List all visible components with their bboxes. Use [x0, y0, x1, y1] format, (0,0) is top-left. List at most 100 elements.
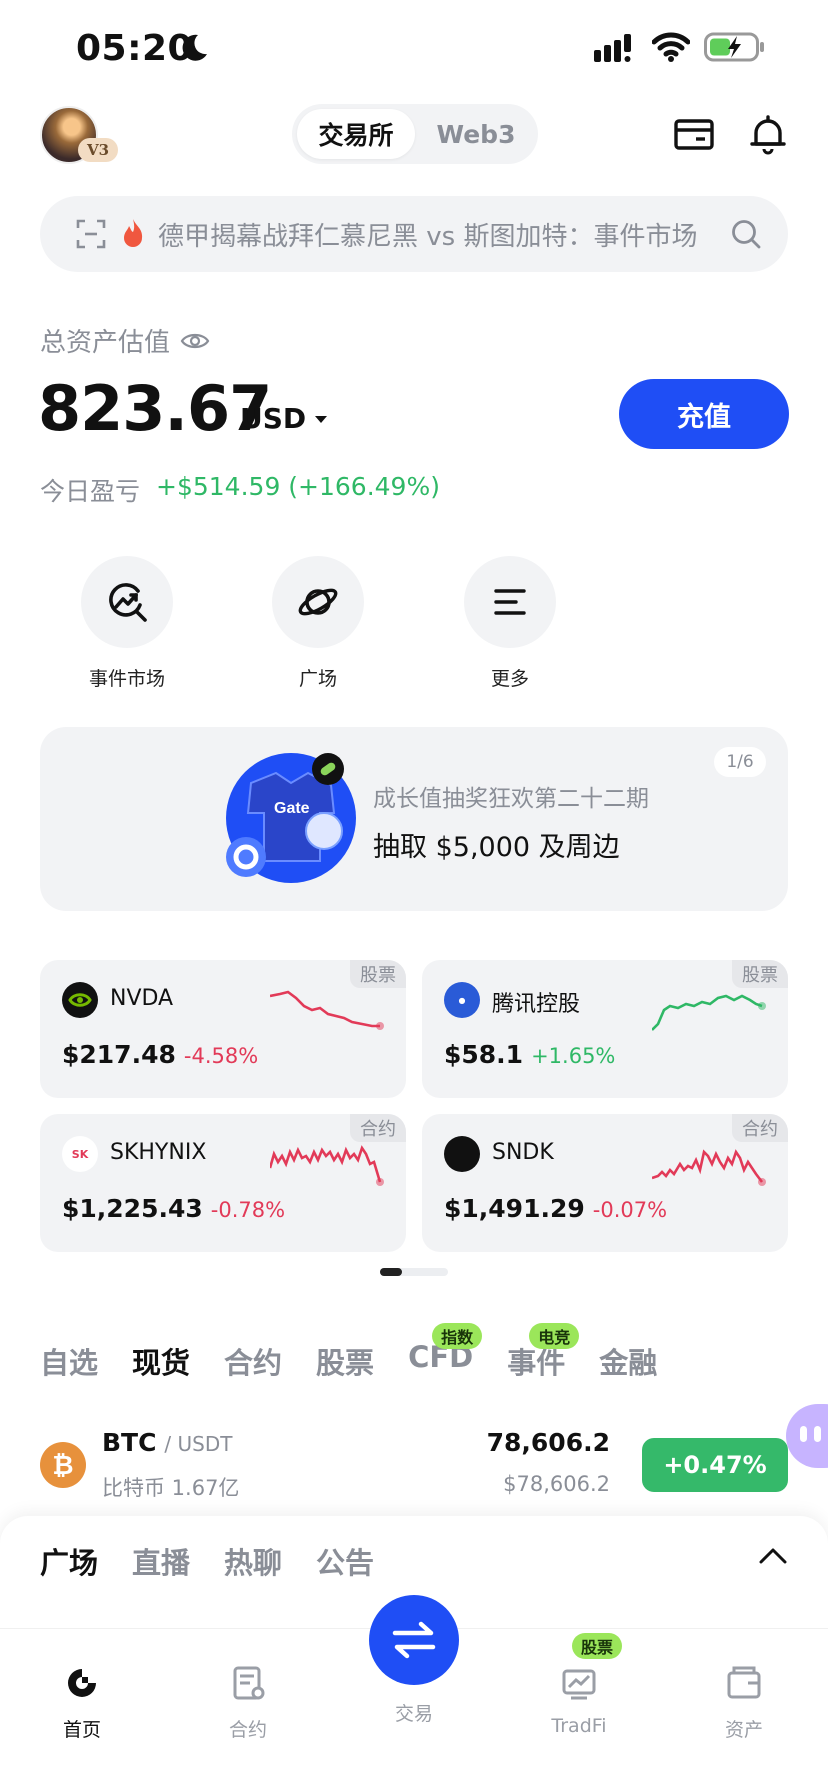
total-assets-value: 823.67 [38, 372, 272, 445]
market-tabs: 自选 现货 合约 股票 指数 CFD 电竞 事件 金融 [40, 1323, 691, 1390]
nav-assets[interactable]: 资产 [684, 1663, 804, 1742]
shortcut-label: 事件市场 [88, 668, 165, 690]
caret-down-icon [315, 415, 328, 423]
nav-futures[interactable]: 合约 [188, 1663, 308, 1742]
market-row[interactable]: ₿ BTC / USDT 比特币 1.67亿 78,606.2 $78,606.… [40, 1428, 788, 1508]
currency-selector[interactable]: USD [240, 402, 328, 435]
tab-label: 自选 [40, 1346, 99, 1380]
trend-search-icon [109, 583, 147, 622]
chevron-up-icon[interactable] [758, 1546, 788, 1566]
card-change: -0.07% [592, 1198, 668, 1222]
nav-tradfi[interactable]: TradFi [519, 1663, 639, 1737]
tab-spot[interactable]: 现货 [132, 1340, 190, 1390]
total-assets-label-text: 总资产估值 [40, 328, 171, 358]
card-tag: 股票 [350, 960, 406, 988]
tab-label: 股票 [316, 1346, 375, 1380]
card-name: SKHYNIX [110, 1140, 207, 1165]
search-placeholder: 德甲揭幕战拜仁慕尼黑 vs 斯图加特：事件市场 [158, 222, 698, 252]
ticker-card-tencent[interactable]: 股票 ● 腾讯控股 $58.1 +1.65% [422, 960, 788, 1098]
moon-icon [182, 34, 207, 61]
promo-jersey-image: Gate [226, 753, 356, 883]
assistant-bubble-icon[interactable] [786, 1404, 828, 1468]
feed-tab-announcements[interactable]: 公告 [316, 1540, 374, 1582]
nav-label: TradFi [551, 1715, 607, 1737]
feed-tab-live[interactable]: 直播 [132, 1540, 190, 1582]
pair-name: BTC / USDT [102, 1428, 232, 1457]
card-price: $1,225.43 -0.78% [62, 1194, 285, 1223]
tab-events[interactable]: 电竞 事件 [507, 1323, 580, 1390]
feed-tab-chat[interactable]: 热聊 [224, 1540, 282, 1582]
feed-tabs: 广场 直播 热聊 公告 [40, 1540, 408, 1582]
tab-label: 事件 [507, 1346, 566, 1380]
wifi-icon [652, 32, 690, 62]
menu-icon [494, 589, 526, 615]
segment-exchange[interactable]: 交易所 [297, 109, 415, 159]
battery-charging-icon [704, 32, 764, 62]
bubble-eye [814, 1426, 821, 1442]
feed-tab-square[interactable]: 广场 [40, 1540, 98, 1582]
deposit-button[interactable]: 充值 [619, 379, 789, 449]
fiat-price: $78,606.2 [503, 1472, 610, 1496]
nav-home[interactable]: 首页 [22, 1663, 142, 1742]
promo-banner[interactable]: 1/6 Gate 成长值抽奖狂欢第二十二期 抽取 $5,000 及周边 [40, 727, 788, 911]
more-icon-wrap [464, 556, 556, 648]
segment-web3[interactable]: Web3 [420, 109, 532, 159]
card-tag: 合约 [350, 1114, 406, 1142]
ticker-card-skhynix[interactable]: 合约 SK SKHYNIX $1,225.43 -0.78% [40, 1114, 406, 1252]
exchange-web3-toggle: 交易所 Web3 [292, 104, 538, 164]
card-tag: 股票 [732, 960, 788, 988]
bell-icon[interactable] [746, 112, 790, 156]
carousel-active-dot [380, 1268, 402, 1276]
card-price: $1,491.29 -0.07% [444, 1194, 667, 1223]
eye-icon[interactable] [180, 330, 210, 352]
sparkline [652, 994, 766, 1031]
vip-level-badge: V3 [78, 138, 118, 162]
card-change: +1.65% [531, 1044, 616, 1068]
nav-trade-button[interactable] [369, 1595, 459, 1685]
nav-label: 合约 [228, 1719, 267, 1741]
gate-home-icon [68, 1669, 96, 1697]
last-price: 78,606.2 [486, 1428, 610, 1457]
pair-base: BTC [102, 1428, 157, 1457]
fire-icon [124, 219, 143, 247]
bottom-nav: 首页 合约 交易 股票 TradFi 资产 [0, 1595, 828, 1792]
sndk-logo-icon [444, 1136, 480, 1172]
square-icon-wrap [272, 556, 364, 648]
event-market-icon-wrap [81, 556, 173, 648]
nav-label: 首页 [62, 1719, 101, 1741]
card-icon[interactable] [672, 112, 716, 156]
status-time: 05:20 [76, 28, 194, 69]
tab-label: 合约 [224, 1346, 283, 1380]
tab-watchlist[interactable]: 自选 [40, 1340, 98, 1390]
nav-label: 资产 [724, 1719, 763, 1741]
search-icon[interactable] [730, 218, 762, 250]
change-badge[interactable]: +0.47% [642, 1438, 788, 1492]
scan-icon[interactable] [76, 219, 106, 249]
card-price: $58.1 +1.65% [444, 1040, 615, 1069]
tradfi-badge: 股票 [572, 1633, 623, 1659]
tab-finance[interactable]: 金融 [599, 1340, 657, 1390]
card-price-value: $217.48 [62, 1040, 176, 1069]
swap-icon [392, 1621, 436, 1659]
ticker-card-sndk[interactable]: 合约 SNDK $1,491.29 -0.07% [422, 1114, 788, 1252]
tab-futures[interactable]: 合约 [224, 1340, 282, 1390]
wallet-icon [727, 1666, 761, 1699]
ticker-card-nvda[interactable]: 股票 NVDA $217.48 -4.58% [40, 960, 406, 1098]
shortcut-more[interactable]: 更多 [435, 556, 585, 691]
shortcut-square[interactable]: 广场 [243, 556, 393, 691]
tradfi-chart-icon [562, 1669, 596, 1700]
card-change: -4.58% [183, 1044, 259, 1068]
card-price: $217.48 -4.58% [62, 1040, 258, 1069]
tab-cfd[interactable]: 指数 CFD [408, 1323, 483, 1390]
search-bar[interactable]: 德甲揭幕战拜仁慕尼黑 vs 斯图加特：事件市场 [40, 196, 788, 272]
card-price-value: $58.1 [444, 1040, 524, 1069]
pair-quote: / USDT [164, 1432, 233, 1456]
shortcut-label: 广场 [298, 668, 337, 690]
tencent-logo-icon: ● [444, 982, 480, 1018]
card-tag: 合约 [732, 1114, 788, 1142]
card-name: SNDK [492, 1140, 554, 1165]
tab-stocks[interactable]: 股票 [316, 1340, 374, 1390]
banner-page-indicator: 1/6 [714, 747, 766, 777]
nav-label: 交易 [394, 1703, 433, 1725]
shortcut-event-market[interactable]: 事件市场 [52, 556, 202, 691]
